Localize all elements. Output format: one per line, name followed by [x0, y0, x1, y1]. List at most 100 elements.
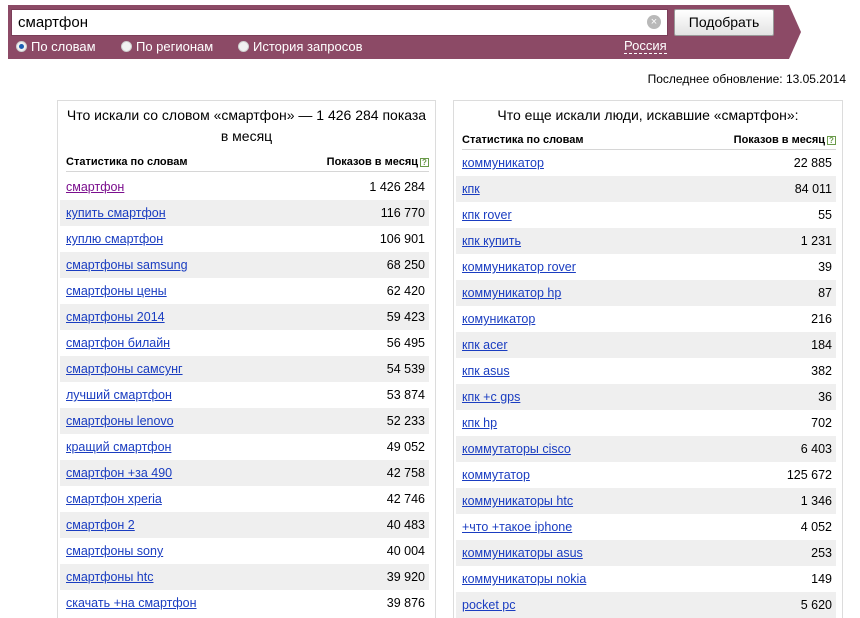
keyword-link[interactable]: смартфон 2 [66, 518, 135, 532]
table-row: куплю смартфон 106 901 [60, 226, 429, 252]
search-input[interactable]: смартфон [11, 9, 668, 36]
keyword-link[interactable]: кпк acer [462, 338, 508, 352]
impressions-count: 125 672 [786, 468, 832, 482]
impressions-count: 382 [811, 364, 832, 378]
table-row: купить смартфон 116 770 [60, 200, 429, 226]
keyword-link[interactable]: +что +такое iphone [462, 520, 572, 534]
table-row: смартфон xperia 42 746 [60, 486, 429, 512]
impressions-count: 52 233 [386, 414, 425, 428]
keyword-link[interactable]: кпк rover [462, 208, 512, 222]
table-row: смартфоны sony 40 004 [60, 538, 429, 564]
impressions-count: 49 052 [386, 440, 425, 454]
keyword-link[interactable]: коммуникаторы nokia [462, 572, 586, 586]
impressions-count: 216 [811, 312, 832, 326]
keyword-link[interactable]: купить смартфон [66, 206, 166, 220]
impressions-count: 54 539 [386, 362, 425, 376]
impressions-count: 68 250 [386, 258, 425, 272]
table-row: коммуникаторы htc 1 346 [456, 488, 836, 514]
keyword-link[interactable]: смартфон билайн [66, 336, 170, 350]
table-row: коммуникатор 22 885 [456, 150, 836, 176]
radio-icon[interactable] [16, 41, 27, 52]
keyword-link[interactable]: кпк hp [462, 416, 497, 430]
radio-icon[interactable] [238, 41, 249, 52]
keyword-link[interactable]: смартфоны htc [66, 570, 153, 584]
keyword-link[interactable]: смартфон xperia [66, 492, 162, 506]
column-keyword: Статистика по словам [66, 156, 188, 168]
impressions-count: 84 011 [794, 182, 832, 196]
table-row: коммутаторы cisco 6 403 [456, 436, 836, 462]
impressions-count: 39 920 [386, 570, 425, 584]
keyword-link[interactable]: кращий смартфон [66, 440, 171, 454]
keyword-link[interactable]: коммутатор [462, 468, 530, 482]
submit-button[interactable]: Подобрать [674, 9, 774, 36]
keyword-link[interactable]: коммуникаторы htc [462, 494, 573, 508]
help-icon[interactable]: ? [827, 136, 836, 145]
impressions-count: 62 420 [386, 284, 425, 298]
keyword-link[interactable]: смартфоны самсунг [66, 362, 183, 376]
keyword-link[interactable]: лучший смартфон [66, 388, 172, 402]
table-row: кращий смартфон 49 052 [60, 434, 429, 460]
table-header: Статистика по словам Показов в месяц? [462, 130, 836, 150]
impressions-count: 87 [818, 286, 832, 300]
impressions-count: 55 [818, 208, 832, 222]
table-row: коммуникаторы nokia 149 [456, 566, 836, 592]
mode-label: По словам [31, 39, 96, 54]
keyword-link[interactable]: смартфон +за 490 [66, 466, 172, 480]
keyword-link[interactable]: смартфоны 2014 [66, 310, 165, 324]
keyword-link[interactable]: смартфоны samsung [66, 258, 188, 272]
keyword-link[interactable]: коммуникатор rover [462, 260, 576, 274]
keyword-link[interactable]: коммутаторы cisco [462, 442, 571, 456]
help-icon[interactable]: ? [420, 158, 429, 167]
keyword-link[interactable]: смартфоны цены [66, 284, 167, 298]
mode-by-words[interactable]: По словам [16, 39, 96, 54]
table-row: комуникатор 216 [456, 306, 836, 332]
table-row: смартфоны цены 62 420 [60, 278, 429, 304]
impressions-count: 39 876 [386, 596, 425, 610]
impressions-count: 1 426 284 [369, 180, 425, 194]
table-row: кпк купить 1 231 [456, 228, 836, 254]
table-row: смартфон +за 490 42 758 [60, 460, 429, 486]
impressions-count: 36 [818, 390, 832, 404]
related-searches-panel: Что еще искали люди, искавшие «смартфон»… [453, 100, 843, 618]
keyword-link[interactable]: коммуникатор [462, 156, 544, 170]
impressions-count: 1 346 [800, 494, 832, 508]
last-updated: Последнее обновление: 13.05.2014 [647, 72, 846, 86]
keyword-link[interactable]: pocket pc [462, 598, 516, 612]
table-row: коммуникатор rover 39 [456, 254, 836, 280]
table-row: кпк rover 55 [456, 202, 836, 228]
region-selector[interactable]: Россия [624, 39, 667, 54]
keyword-link[interactable]: коммуникатор hp [462, 286, 561, 300]
clear-icon[interactable]: × [647, 15, 661, 29]
keyword-link[interactable]: кпк купить [462, 234, 521, 248]
impressions-count: 22 885 [793, 156, 832, 170]
column-keyword: Статистика по словам [462, 134, 584, 146]
impressions-count: 253 [811, 546, 832, 560]
table-header: Статистика по словам Показов в месяц? [66, 152, 429, 172]
search-bar-arrow [789, 5, 801, 59]
keyword-table: смартфон 1 426 284 купить смартфон 116 770 к… [60, 174, 429, 616]
keyword-link[interactable]: скачать +на смартфон [66, 596, 197, 610]
table-row: коммуникатор hp 87 [456, 280, 836, 306]
table-row: скачать +на смартфон 39 876 [60, 590, 429, 616]
impressions-count: 6 403 [800, 442, 832, 456]
table-row: смартфоны 2014 59 423 [60, 304, 429, 330]
table-row: pocket pc 5 620 [456, 592, 836, 618]
column-count: Показов в месяц? [734, 134, 836, 146]
keyword-link[interactable]: смартфоны sony [66, 544, 163, 558]
impressions-count: 42 746 [386, 492, 425, 506]
radio-icon[interactable] [121, 41, 132, 52]
keyword-link[interactable]: куплю смартфон [66, 232, 163, 246]
impressions-count: 40 004 [386, 544, 425, 558]
keyword-link[interactable]: кпк +с gps [462, 390, 520, 404]
keyword-link[interactable]: смартфон [66, 180, 124, 194]
table-row: кпк asus 382 [456, 358, 836, 384]
impressions-count: 116 770 [380, 206, 425, 220]
mode-by-regions[interactable]: По регионам [121, 39, 213, 54]
keyword-link[interactable]: комуникатор [462, 312, 535, 326]
keyword-link[interactable]: кпк [462, 182, 480, 196]
keyword-link[interactable]: кпк asus [462, 364, 510, 378]
table-row: смартфон билайн 56 495 [60, 330, 429, 356]
mode-history[interactable]: История запросов [238, 39, 363, 54]
keyword-link[interactable]: смартфоны lenovo [66, 414, 174, 428]
keyword-link[interactable]: коммуникаторы asus [462, 546, 583, 560]
